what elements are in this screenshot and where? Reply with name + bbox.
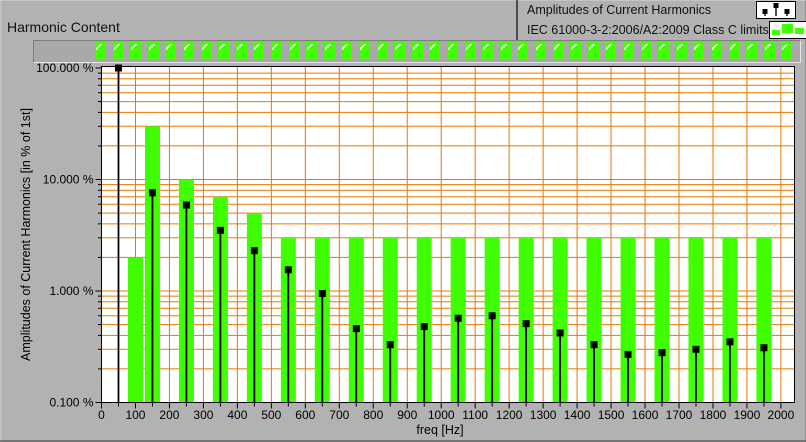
- svg-text:900: 900: [397, 408, 417, 422]
- svg-text:400: 400: [227, 408, 247, 422]
- amplitude-marker: [183, 202, 190, 209]
- amplitude-marker: [591, 341, 598, 348]
- harmonic-content-graph[interactable]: 0 100 200 300 400 500 600 700 800 900 1000 1100 1200…: [0, 0, 806, 442]
- y-tick-labels: 100.000 % 10.000 % 1.000 % 0.100 %: [36, 61, 94, 410]
- svg-text:1300: 1300: [530, 408, 557, 422]
- svg-text:1400: 1400: [564, 408, 591, 422]
- limit-bar: [128, 257, 143, 402]
- amplitude-marker: [760, 344, 767, 351]
- amplitude-marker: [692, 346, 699, 353]
- svg-text:Amplitudes of Current Harmonic: Amplitudes of Current Harmonics [in % of…: [19, 108, 33, 361]
- amplitude-marker: [251, 247, 258, 254]
- svg-text:1500: 1500: [598, 408, 625, 422]
- svg-text:100.000 %: 100.000 %: [36, 61, 94, 75]
- svg-text:500: 500: [261, 408, 281, 422]
- amplitude-marker: [523, 320, 530, 327]
- svg-text:300: 300: [193, 408, 213, 422]
- amplitude-marker: [455, 315, 462, 322]
- chart-canvas[interactable]: 0 100 200 300 400 500 600 700 800 900 1000 1100 1200…: [0, 0, 806, 442]
- amplitude-marker: [115, 65, 122, 72]
- svg-text:800: 800: [363, 408, 383, 422]
- svg-text:600: 600: [295, 408, 315, 422]
- harmonic-content-panel: Harmonic Content Amplitudes of Current H…: [0, 0, 806, 442]
- amplitude-marker: [421, 323, 428, 330]
- amplitude-marker: [149, 189, 156, 196]
- svg-text:0: 0: [98, 408, 105, 422]
- svg-text:1800: 1800: [700, 408, 727, 422]
- svg-text:100: 100: [125, 408, 145, 422]
- svg-text:700: 700: [329, 408, 349, 422]
- svg-text:1100: 1100: [462, 408, 488, 422]
- amplitude-marker: [217, 227, 224, 234]
- svg-text:1900: 1900: [734, 408, 761, 422]
- svg-text:2000: 2000: [768, 408, 795, 422]
- svg-text:10.000 %: 10.000 %: [43, 173, 94, 187]
- svg-text:0.100 %: 0.100 %: [49, 396, 93, 410]
- amplitude-marker: [319, 290, 326, 297]
- amplitude-marker: [353, 325, 360, 332]
- amplitude-marker: [285, 266, 292, 273]
- x-tick-labels: 0 100 200 300 400 500 600 700 800 900 1000 1100 1200…: [98, 408, 794, 422]
- svg-text:1.000 %: 1.000 %: [49, 284, 93, 298]
- svg-text:1700: 1700: [666, 408, 693, 422]
- svg-text:freq [Hz]: freq [Hz]: [416, 423, 463, 437]
- amplitude-marker: [489, 312, 496, 319]
- amplitude-marker: [625, 351, 632, 358]
- svg-text:200: 200: [159, 408, 179, 422]
- amplitude-marker: [557, 330, 564, 337]
- amplitude-marker: [659, 349, 666, 356]
- amplitude-marker: [387, 341, 394, 348]
- svg-text:1600: 1600: [632, 408, 659, 422]
- amplitude-marker: [726, 338, 733, 345]
- svg-text:1200: 1200: [496, 408, 523, 422]
- svg-text:1000: 1000: [428, 408, 455, 422]
